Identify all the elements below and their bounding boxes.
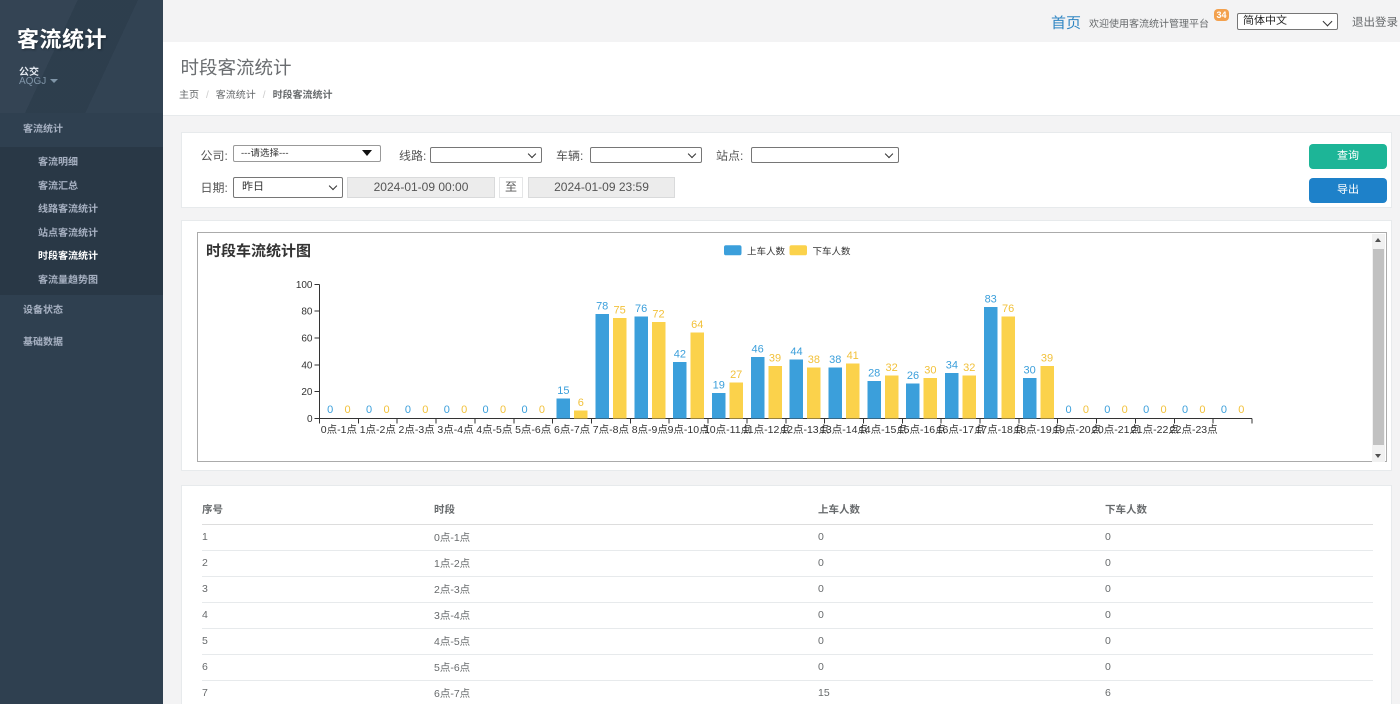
svg-text:0: 0	[1065, 404, 1071, 416]
svg-text:27: 27	[730, 369, 742, 381]
svg-text:下车人数: 下车人数	[813, 245, 852, 257]
svg-text:42: 42	[674, 349, 686, 361]
svg-text:时段车流统计图: 时段车流统计图	[206, 243, 311, 260]
svg-text:0: 0	[383, 404, 389, 416]
svg-text:39: 39	[1041, 353, 1053, 365]
svg-text:5点-6点: 5点-6点	[515, 424, 551, 436]
svg-text:0: 0	[483, 404, 489, 416]
svg-text:0: 0	[405, 404, 411, 416]
svg-text:32: 32	[885, 362, 897, 374]
svg-text:64: 64	[691, 319, 703, 331]
svg-text:0: 0	[1199, 404, 1205, 416]
svg-text:0: 0	[521, 404, 527, 416]
svg-text:1点-2点: 1点-2点	[360, 424, 396, 436]
svg-text:15: 15	[557, 385, 569, 397]
svg-text:0: 0	[1238, 404, 1244, 416]
svg-text:0: 0	[1143, 404, 1149, 416]
svg-text:0: 0	[539, 404, 545, 416]
svg-text:100: 100	[296, 280, 313, 291]
svg-text:28: 28	[868, 367, 880, 379]
svg-text:41: 41	[847, 350, 859, 362]
svg-text:34: 34	[946, 359, 958, 371]
svg-text:0: 0	[307, 414, 313, 425]
svg-text:46: 46	[751, 343, 763, 355]
svg-text:20: 20	[301, 387, 313, 398]
svg-text:76: 76	[1002, 303, 1014, 315]
svg-text:0: 0	[366, 404, 372, 416]
svg-text:2点-3点: 2点-3点	[399, 424, 435, 436]
svg-text:0: 0	[444, 404, 450, 416]
svg-text:0: 0	[1104, 404, 1110, 416]
svg-text:4点-5点: 4点-5点	[476, 424, 512, 436]
svg-text:0点-1点: 0点-1点	[321, 424, 357, 436]
svg-text:0: 0	[461, 404, 467, 416]
svg-text:26: 26	[907, 370, 919, 382]
svg-text:80: 80	[301, 307, 313, 318]
svg-text:0: 0	[422, 404, 428, 416]
svg-text:78: 78	[596, 300, 608, 312]
svg-text:6: 6	[578, 397, 584, 409]
svg-text:75: 75	[613, 304, 625, 316]
svg-text:38: 38	[808, 354, 820, 366]
svg-text:0: 0	[1221, 404, 1227, 416]
svg-text:7点-8点: 7点-8点	[593, 424, 629, 436]
svg-text:3点-4点: 3点-4点	[437, 424, 473, 436]
svg-text:0: 0	[1083, 404, 1089, 416]
svg-text:8点-9点: 8点-9点	[632, 424, 668, 436]
svg-text:72: 72	[652, 308, 664, 320]
svg-text:83: 83	[985, 294, 997, 306]
svg-text:38: 38	[829, 354, 841, 366]
svg-text:39: 39	[769, 353, 781, 365]
svg-text:22点-23点: 22点-23点	[1170, 424, 1218, 436]
svg-text:40: 40	[301, 360, 313, 371]
svg-text:32: 32	[963, 362, 975, 374]
svg-text:6点-7点: 6点-7点	[554, 424, 590, 436]
svg-text:76: 76	[635, 303, 647, 315]
svg-text:0: 0	[500, 404, 506, 416]
svg-text:0: 0	[1161, 404, 1167, 416]
svg-text:44: 44	[790, 346, 802, 358]
svg-text:30: 30	[1023, 365, 1035, 377]
svg-text:0: 0	[1122, 404, 1128, 416]
svg-text:上车人数: 上车人数	[747, 245, 786, 257]
svg-text:0: 0	[1182, 404, 1188, 416]
svg-text:0: 0	[345, 404, 351, 416]
svg-text:0: 0	[327, 404, 333, 416]
svg-text:19: 19	[713, 380, 725, 392]
svg-text:60: 60	[301, 334, 313, 345]
svg-text:30: 30	[924, 365, 936, 377]
